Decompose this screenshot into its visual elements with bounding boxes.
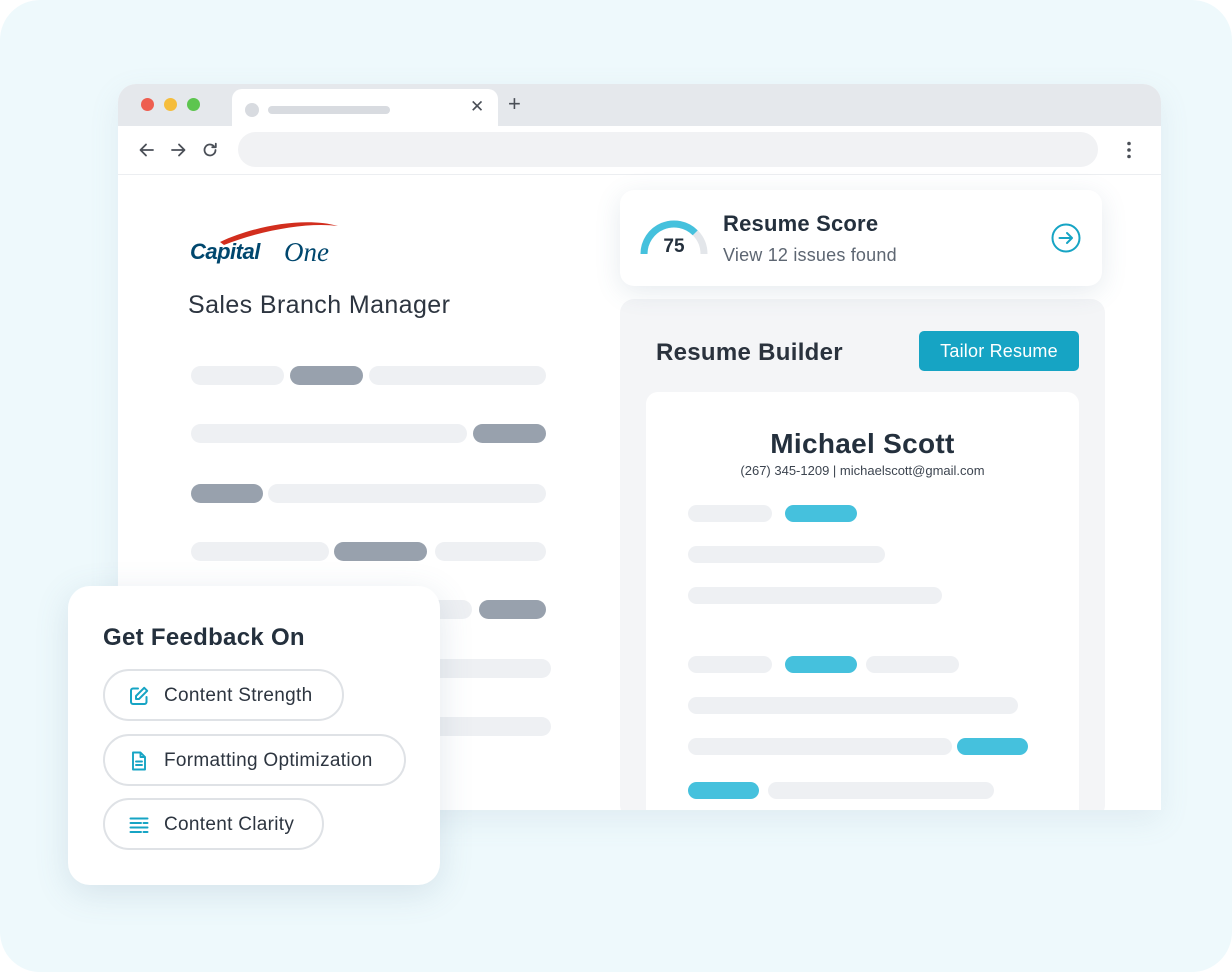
arrow-right-circle-icon[interactable] — [1050, 222, 1082, 254]
minimize-window-button[interactable] — [164, 98, 177, 111]
resume-highlight-placeholder — [957, 738, 1028, 755]
feedback-option-label: Formatting Optimization — [164, 750, 373, 771]
resume-name: Michael Scott — [770, 428, 955, 459]
resume-line-placeholder — [688, 656, 772, 673]
svg-text:One: One — [284, 237, 329, 267]
score-title: Resume Score — [723, 211, 879, 236]
text-align-icon — [129, 817, 149, 833]
feedback-option-content-strength[interactable]: Content Strength — [103, 669, 344, 721]
new-tab-icon[interactable]: + — [508, 93, 521, 115]
resume-score-card[interactable]: 75 Resume Score View 12 issues found — [620, 190, 1102, 286]
resume-builder-panel: Resume Builder Tailor Resume Michael Sco… — [620, 299, 1105, 810]
resume-line-placeholder — [688, 738, 952, 755]
feedback-option-label: Content Strength — [164, 685, 313, 706]
resume-line-placeholder — [688, 546, 885, 563]
tab-bar: ✕ + — [118, 84, 1161, 126]
resume-line-placeholder — [866, 656, 959, 673]
resume-highlight-placeholder — [785, 656, 857, 673]
job-description-placeholder — [191, 542, 329, 561]
score-issues-link[interactable]: View 12 issues found — [723, 245, 897, 266]
feedback-option-label: Content Clarity — [164, 814, 295, 835]
address-bar[interactable] — [238, 132, 1098, 167]
feedback-option-content-clarity[interactable]: Content Clarity — [103, 798, 324, 850]
job-description-placeholder — [191, 366, 284, 385]
svg-text:Capital: Capital — [190, 239, 261, 264]
edit-icon — [130, 686, 149, 705]
reload-icon[interactable] — [200, 140, 220, 160]
job-keyword-placeholder — [290, 366, 363, 385]
resume-line-placeholder — [688, 697, 1018, 714]
document-icon — [132, 751, 146, 771]
browser-toolbar — [118, 126, 1161, 175]
back-arrow-icon[interactable] — [137, 140, 157, 160]
job-description-placeholder — [191, 424, 467, 443]
resume-highlight-placeholder — [785, 505, 857, 522]
resume-line-placeholder — [768, 782, 994, 799]
capital-one-logo: Capital One — [190, 222, 338, 267]
browser-tab[interactable]: ✕ — [232, 89, 498, 126]
job-keyword-placeholder — [473, 424, 546, 443]
maximize-window-button[interactable] — [187, 98, 200, 111]
resume-builder-title: Resume Builder — [656, 339, 843, 366]
tab-favicon-icon — [245, 103, 259, 117]
tab-title-placeholder — [268, 106, 390, 114]
job-keyword-placeholder — [479, 600, 546, 619]
resume-line-placeholder — [688, 587, 942, 604]
job-keyword-placeholder — [334, 542, 427, 561]
resume-contact: (267) 345-1209 | michaelscott@gmail.com — [740, 463, 985, 478]
score-value: 75 — [663, 236, 685, 257]
job-title: Sales Branch Manager — [188, 291, 451, 319]
tab-close-icon[interactable]: ✕ — [470, 97, 484, 117]
close-window-button[interactable] — [141, 98, 154, 111]
tailor-resume-button[interactable]: Tailor Resume — [919, 331, 1079, 371]
job-keyword-placeholder — [191, 484, 263, 503]
more-options-icon[interactable] — [1118, 139, 1140, 161]
job-description-placeholder — [435, 542, 546, 561]
feedback-option-formatting-optimization[interactable]: Formatting Optimization — [103, 734, 406, 786]
resume-highlight-placeholder — [688, 782, 759, 799]
job-description-placeholder — [268, 484, 546, 503]
feedback-title: Get Feedback On — [103, 624, 305, 651]
forward-arrow-icon[interactable] — [168, 140, 188, 160]
resume-preview: Michael Scott (267) 345-1209 | michaelsc… — [646, 392, 1079, 810]
job-description-placeholder — [369, 366, 546, 385]
resume-line-placeholder — [688, 505, 772, 522]
feedback-card: Get Feedback On Content Strength Formatt… — [68, 586, 440, 885]
